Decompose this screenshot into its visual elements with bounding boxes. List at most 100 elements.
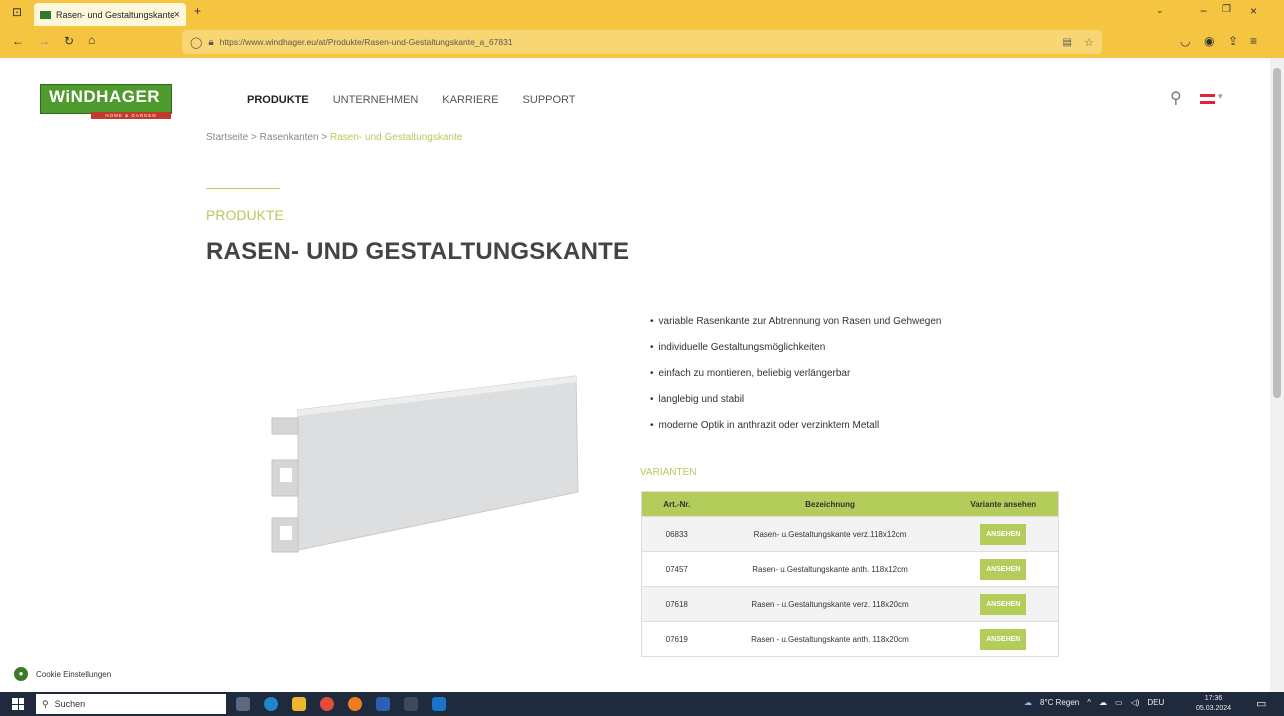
- windows-start-icon[interactable]: [12, 698, 24, 710]
- column-header: Bezeichnung: [711, 491, 949, 517]
- view-variant-button[interactable]: ANSEHEN: [980, 523, 1027, 545]
- weather-text[interactable]: 8°C Regen: [1040, 698, 1079, 707]
- table-header-row: Art.-Nr. Bezeichnung Variante ansehen: [641, 491, 1059, 517]
- feature-item: moderne Optik in anthrazit oder verzinkt…: [650, 420, 941, 446]
- windows-taskbar: ⚲ Suchen ☁ 8°C Regen ^ ☁ ▭ ◁) DEU 17:36 …: [0, 692, 1284, 716]
- scrollbar-thumb[interactable]: [1273, 68, 1281, 398]
- window-close-icon[interactable]: ×: [1250, 4, 1257, 18]
- back-icon[interactable]: ←: [12, 34, 24, 48]
- bookmark-star-icon[interactable]: ☆: [1084, 36, 1094, 49]
- breadcrumb-current: Rasen- und Gestaltungskante: [330, 132, 463, 143]
- notifications-icon[interactable]: ▭: [1256, 697, 1266, 710]
- taskbar-search[interactable]: ⚲ Suchen: [36, 694, 226, 714]
- new-tab-icon[interactable]: +: [194, 4, 201, 18]
- breadcrumb-separator: >: [248, 132, 260, 143]
- extensions-icon[interactable]: ⇪: [1228, 34, 1238, 48]
- outlook-icon[interactable]: [432, 697, 446, 711]
- language-chevron-icon[interactable]: ▾: [1218, 91, 1223, 102]
- feature-item: individuelle Gestaltungsmöglichkeiten: [650, 342, 941, 368]
- taskbar-apps: [236, 697, 446, 711]
- column-header: Art.-Nr.: [641, 491, 712, 517]
- network-icon[interactable]: ▭: [1115, 698, 1123, 707]
- url-text[interactable]: https://www.windhager.eu/at/Produkte/Ras…: [220, 37, 513, 47]
- volume-icon[interactable]: ◁): [1131, 698, 1140, 707]
- cookie-settings-button[interactable]: ● Cookie Einstellungen: [14, 667, 111, 681]
- breadcrumb-separator: >: [318, 132, 330, 143]
- search-icon: ⚲: [42, 698, 49, 709]
- clock-time: 17:36: [1204, 695, 1223, 702]
- logo-tagline: HOME & GARDEN: [91, 112, 171, 119]
- edge-icon[interactable]: [264, 697, 278, 711]
- accent-divider: [206, 188, 280, 189]
- pocket-icon[interactable]: ◡: [1180, 34, 1190, 48]
- cookie-settings-label: Cookie Einstellungen: [36, 669, 112, 679]
- windhager-logo[interactable]: WiNDHAGER HOME & GARDEN: [40, 84, 172, 119]
- weather-icon[interactable]: ☁: [1024, 698, 1032, 707]
- variant-name: Rasen- u.Gestaltungskante anth. 118x12cm: [711, 551, 949, 587]
- firefox-icon[interactable]: [348, 697, 362, 711]
- forward-icon[interactable]: →: [38, 34, 50, 48]
- web-page: WiNDHAGER HOME & GARDEN PRODUKTE UNTERNE…: [0, 58, 1270, 692]
- page-scrollbar[interactable]: [1270, 58, 1284, 692]
- reload-icon[interactable]: ↻: [64, 34, 74, 48]
- lock-icon[interactable]: 🔒︎: [208, 37, 213, 48]
- main-nav: PRODUKTE UNTERNEHMEN KARRIERE SUPPORT: [247, 94, 576, 106]
- app-icon[interactable]: [404, 697, 418, 711]
- close-tab-icon[interactable]: ×: [174, 9, 180, 21]
- minimize-icon[interactable]: −: [1200, 4, 1207, 18]
- chrome-icon[interactable]: [320, 697, 334, 711]
- nav-produkte[interactable]: PRODUKTE: [247, 94, 309, 106]
- breadcrumb-category[interactable]: Rasenkanten: [260, 132, 319, 143]
- tray-chevron-icon[interactable]: ^: [1087, 698, 1091, 707]
- product-image: [271, 375, 579, 553]
- tab-list-icon[interactable]: ⊡: [12, 5, 22, 19]
- variant-name: Rasen- u.Gestaltungskante verz.118x12cm: [711, 516, 949, 552]
- nav-karriere[interactable]: KARRIERE: [442, 94, 498, 106]
- nav-unternehmen[interactable]: UNTERNEHMEN: [333, 94, 419, 106]
- variant-name: Rasen - u.Gestaltungskante verz. 118x20c…: [711, 586, 949, 622]
- view-variant-button[interactable]: ANSEHEN: [980, 593, 1027, 615]
- austria-flag-icon[interactable]: [1200, 94, 1215, 104]
- shield-icon[interactable]: ◯: [190, 36, 202, 49]
- account-icon[interactable]: ◉: [1204, 34, 1214, 48]
- variants-table: Art.-Nr. Bezeichnung Variante ansehen 06…: [641, 491, 1059, 657]
- nav-support[interactable]: SUPPORT: [523, 94, 576, 106]
- table-row: 06833 Rasen- u.Gestaltungskante verz.118…: [641, 516, 1059, 552]
- language-indicator[interactable]: DEU: [1147, 698, 1164, 707]
- cookie-icon: ●: [14, 667, 28, 681]
- column-header: Variante ansehen: [948, 491, 1059, 517]
- menu-icon[interactable]: ≡: [1250, 34, 1257, 48]
- task-view-icon[interactable]: [236, 697, 250, 711]
- system-tray: ☁ 8°C Regen ^ ☁ ▭ ◁) DEU: [1024, 698, 1164, 707]
- table-row: 07457 Rasen- u.Gestaltungskante anth. 11…: [641, 551, 1059, 587]
- art-number: 07457: [641, 551, 712, 587]
- onedrive-icon[interactable]: ☁: [1099, 698, 1107, 707]
- favicon-icon: [40, 10, 51, 19]
- restore-icon[interactable]: ❐: [1222, 4, 1231, 15]
- breadcrumb: Startseite > Rasenkanten > Rasen- und Ge…: [206, 132, 462, 143]
- file-explorer-icon[interactable]: [292, 697, 306, 711]
- feature-item: einfach zu montieren, beliebig verlänger…: [650, 368, 941, 394]
- home-icon[interactable]: ⌂: [88, 33, 95, 47]
- feature-item: variable Rasenkante zur Abtrennung von R…: [650, 316, 942, 342]
- tab-menu-chevron-icon[interactable]: ⌄: [1156, 5, 1164, 16]
- word-icon[interactable]: [376, 697, 390, 711]
- breadcrumb-home[interactable]: Startseite: [206, 132, 248, 143]
- reader-view-icon[interactable]: ▤: [1063, 37, 1072, 48]
- address-bar[interactable]: ◯ 🔒︎ https://www.windhager.eu/at/Produkt…: [182, 30, 1102, 54]
- browser-nav-bar: ← → ↻ ⌂ ◯ 🔒︎ https://www.windhager.eu/at…: [0, 26, 1284, 58]
- variants-heading: VARIANTEN: [640, 467, 697, 478]
- view-variant-button[interactable]: ANSEHEN: [980, 558, 1027, 580]
- logo-text: WiNDHAGER: [49, 87, 161, 106]
- art-number: 07619: [641, 621, 712, 657]
- clock[interactable]: 17:36 05.03.2024: [1196, 694, 1231, 714]
- search-icon[interactable]: ⚲: [1170, 88, 1182, 108]
- art-number: 06833: [641, 516, 712, 552]
- tab-title: Rasen- und Gestaltungskante |: [56, 9, 174, 20]
- browser-tab[interactable]: Rasen- und Gestaltungskante | ×: [34, 3, 186, 26]
- feature-list: variable Rasenkante zur Abtrennung von R…: [650, 316, 942, 446]
- feature-item: langlebig und stabil: [650, 394, 941, 420]
- view-variant-button[interactable]: ANSEHEN: [980, 628, 1027, 650]
- table-row: 07619 Rasen - u.Gestaltungskante anth. 1…: [641, 621, 1059, 657]
- taskbar-search-placeholder: Suchen: [54, 699, 86, 709]
